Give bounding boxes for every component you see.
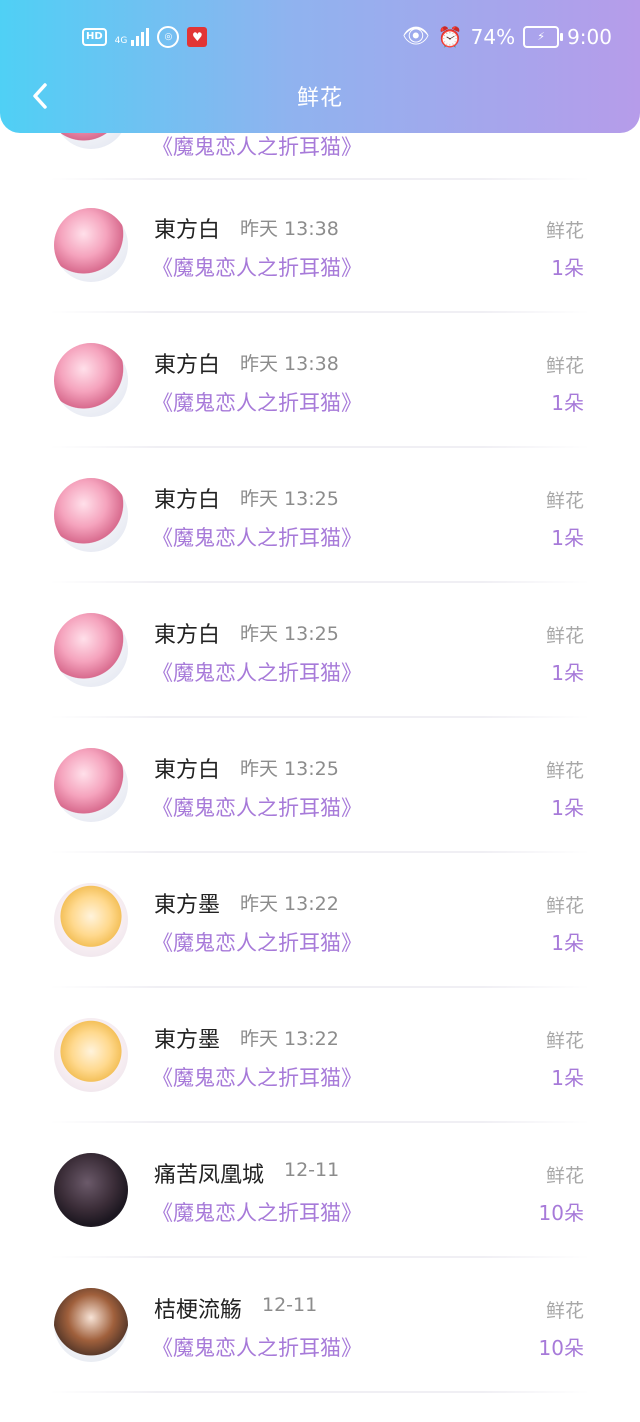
network-type-label: 4G [114, 36, 128, 46]
page-title: 鲜花 [296, 86, 343, 111]
timestamp: 昨天 13:25 [240, 623, 339, 645]
battery-icon: ⚡ [523, 25, 564, 48]
gift-count: 1朵 [551, 931, 584, 955]
signal-icon: 4G [115, 28, 150, 46]
timestamp: 昨天 13:22 [240, 1028, 339, 1050]
user-name[interactable]: 桔梗流觞 [154, 1292, 242, 1324]
avatar[interactable] [54, 208, 128, 282]
clock: 9:00 [567, 24, 612, 49]
book-title[interactable]: 《魔鬼恋人之折耳猫》 [152, 522, 362, 552]
gift-type: 鲜花 [545, 760, 584, 782]
avatar[interactable] [54, 343, 128, 417]
list-item[interactable]: 東方墨 昨天 13:22 《魔鬼恋人之折耳猫》 鲜花 1朵 [0, 988, 640, 1123]
timestamp: 12-11 [262, 1294, 318, 1316]
status-bar: HD 4G ◎ ♥ 👁 ⏰ 74% ⚡ 9:00 [0, 22, 640, 58]
book-title[interactable]: 《魔鬼恋人之折耳猫》 [152, 1062, 362, 1092]
avatar[interactable] [54, 1153, 128, 1227]
avatar[interactable] [54, 478, 128, 552]
gift-type: 鲜花 [545, 220, 584, 242]
list-item[interactable]: 東方墨 昨天 13:22 《魔鬼恋人之折耳猫》 鲜花 1朵 [0, 853, 640, 988]
user-name[interactable]: 痛苦凤凰城 [154, 1157, 264, 1189]
alarm-icon: ⏰ [437, 24, 463, 49]
timestamp: 昨天 13:25 [240, 758, 339, 780]
timestamp: 12-11 [284, 1159, 340, 1181]
user-name[interactable]: 東方墨 [154, 887, 220, 919]
book-title[interactable]: 《魔鬼恋人之折耳猫》 [152, 657, 362, 687]
gift-count: 10朵 [538, 1336, 584, 1360]
battery-percent: 74% [470, 24, 516, 49]
gift-count: 1朵 [551, 796, 584, 820]
gift-count: 1朵 [551, 1066, 584, 1090]
gift-count: 1朵 [551, 526, 584, 550]
avatar[interactable] [54, 748, 128, 822]
list-item[interactable]: 桔梗流觞 12-11 《魔鬼恋人之折耳猫》 鲜花 10朵 [0, 1258, 640, 1393]
gift-count: 1朵 [551, 661, 584, 685]
user-name[interactable]: 東方白 [154, 212, 220, 244]
book-title[interactable]: 《魔鬼恋人之折耳猫》 [152, 792, 362, 822]
gift-type: 鲜花 [545, 895, 584, 917]
avatar[interactable] [54, 883, 128, 957]
user-name[interactable]: 東方白 [154, 617, 220, 649]
book-title[interactable]: 《魔鬼恋人之折耳猫》 [152, 252, 362, 282]
timestamp: 昨天 13:22 [240, 893, 339, 915]
user-name[interactable]: 東方白 [154, 482, 220, 514]
list-item[interactable]: 痛苦凤凰城 12-11 《魔鬼恋人之折耳猫》 鲜花 10朵 [0, 1123, 640, 1258]
hd-icon: HD [82, 28, 107, 46]
timestamp: 昨天 13:38 [240, 218, 339, 240]
gift-type: 鲜花 [545, 1165, 584, 1187]
gift-count: 10朵 [538, 1201, 584, 1225]
avatar[interactable] [54, 1288, 128, 1362]
avatar[interactable] [54, 613, 128, 687]
gift-type: 鲜花 [545, 355, 584, 377]
gift-type: 鲜花 [545, 1300, 584, 1322]
status-right: 👁 ⏰ 74% ⚡ 9:00 [402, 24, 612, 49]
gift-count: 1朵 [551, 391, 584, 415]
list-item[interactable]: 東方白 昨天 13:25 《魔鬼恋人之折耳猫》 鲜花 1朵 [0, 583, 640, 718]
timestamp: 昨天 13:25 [240, 488, 339, 510]
app-header: HD 4G ◎ ♥ 👁 ⏰ 74% ⚡ 9:00 鲜花 [0, 0, 640, 133]
list-item[interactable]: 東方白 昨天 13:25 《魔鬼恋人之折耳猫》 鲜花 1朵 [0, 718, 640, 853]
avatar[interactable] [54, 1018, 128, 1092]
gift-type: 鲜花 [545, 1030, 584, 1052]
list-item[interactable]: 東方白 昨天 13:38 《魔鬼恋人之折耳猫》 鲜花 1朵 [0, 178, 640, 313]
book-title[interactable]: 《魔鬼恋人之折耳猫》 [152, 1332, 362, 1362]
book-title[interactable]: 《魔鬼恋人之折耳猫》 [152, 1197, 362, 1227]
divider [50, 1391, 590, 1393]
book-title[interactable]: 《魔鬼恋人之折耳猫》 [152, 927, 362, 957]
gift-type: 鲜花 [545, 625, 584, 647]
book-title[interactable]: 《魔鬼恋人之折耳猫》 [152, 131, 362, 161]
eye-icon: 👁 [401, 24, 430, 49]
gift-count: 1朵 [551, 256, 584, 280]
book-title[interactable]: 《魔鬼恋人之折耳猫》 [152, 387, 362, 417]
timestamp: 昨天 13:38 [240, 353, 339, 375]
user-name[interactable]: 東方墨 [154, 1022, 220, 1054]
list-item[interactable]: 東方白 昨天 13:25 《魔鬼恋人之折耳猫》 鲜花 1朵 [0, 448, 640, 583]
status-left: HD 4G ◎ ♥ [82, 26, 208, 48]
user-name[interactable]: 東方白 [154, 347, 220, 379]
user-name[interactable]: 東方白 [154, 752, 220, 784]
app-notification-icon: ♥ [187, 27, 208, 47]
vpn-globe-icon: ◎ [157, 26, 180, 48]
list-item[interactable]: 東方白 昨天 13:38 《魔鬼恋人之折耳猫》 鲜花 1朵 [0, 313, 640, 448]
gift-type: 鲜花 [545, 490, 584, 512]
